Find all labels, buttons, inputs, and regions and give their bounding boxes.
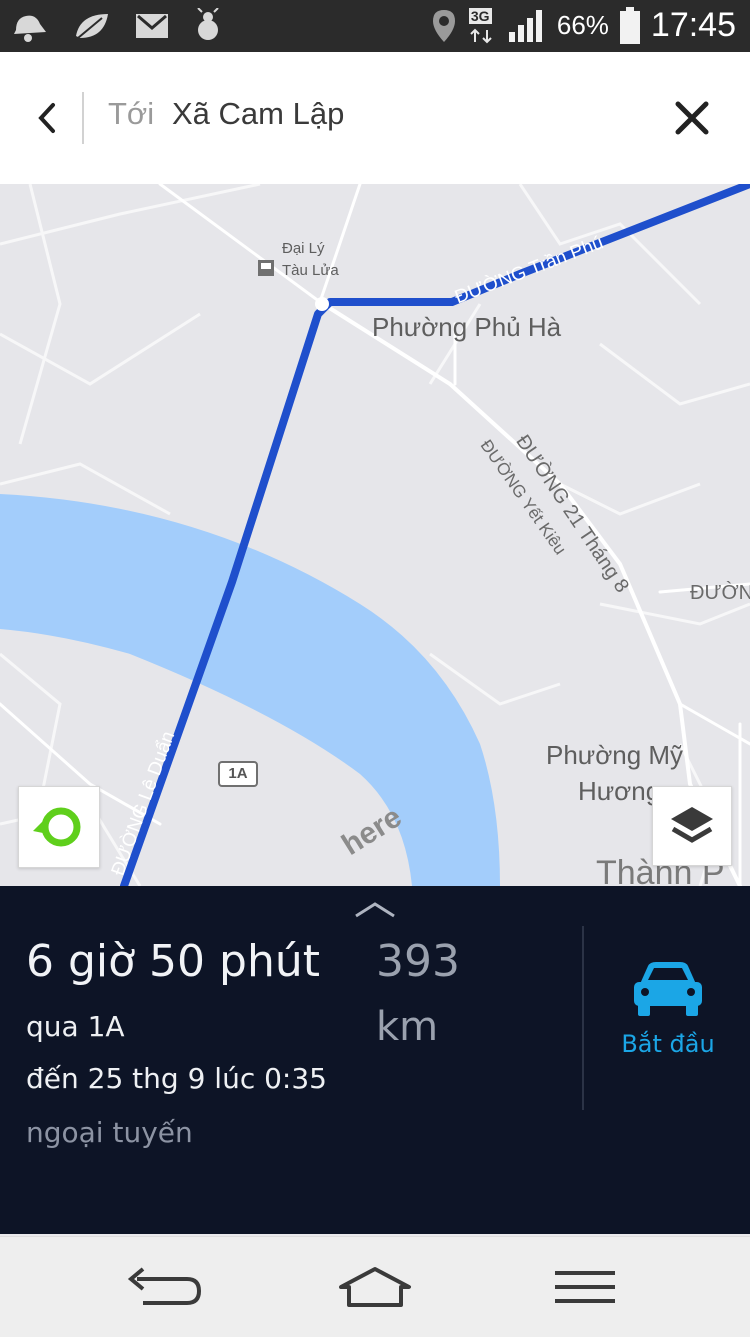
start-label: Bắt đầu bbox=[621, 1030, 715, 1058]
my-location-button[interactable] bbox=[18, 786, 100, 868]
place-label-dai-ly: Đại Lý bbox=[282, 240, 325, 257]
system-home-button[interactable] bbox=[330, 1255, 420, 1319]
place-label-my-huong-2: Hương bbox=[578, 776, 661, 806]
place-label-my-huong-1: Phường Mỹ bbox=[546, 740, 684, 770]
destination-name[interactable]: Xã Cam Lập bbox=[172, 96, 344, 132]
route-via: qua 1A bbox=[26, 1010, 125, 1043]
place-label-phu-ha: Phường Phủ Hà bbox=[372, 312, 562, 342]
network-type-text: 3G bbox=[468, 7, 492, 24]
route-arrival: đến 25 thg 9 lúc 0:35 bbox=[26, 1062, 327, 1095]
junction-marker bbox=[315, 297, 329, 311]
system-menu-button[interactable] bbox=[540, 1255, 630, 1319]
route-shield-1a: 1A bbox=[218, 761, 258, 787]
route-status: ngoại tuyến bbox=[26, 1116, 193, 1149]
layers-icon bbox=[671, 807, 713, 843]
leaf-icon bbox=[76, 14, 108, 39]
gmail-icon bbox=[136, 14, 168, 38]
bug-icon bbox=[197, 8, 219, 40]
close-icon bbox=[675, 101, 709, 135]
chevron-up-icon[interactable] bbox=[352, 898, 398, 920]
route-distance-unit: km bbox=[376, 1004, 439, 1050]
map-view[interactable]: here Đại Lý Tàu Lửa Phường Phủ Hà Phường… bbox=[0, 184, 750, 886]
back-arrow-icon bbox=[127, 1267, 202, 1305]
car-icon bbox=[634, 962, 702, 1016]
train-station-icon bbox=[258, 260, 274, 276]
destination-prefix: Tới bbox=[108, 96, 155, 131]
system-navigation-bar bbox=[0, 1236, 750, 1337]
start-navigation-button[interactable]: Bắt đầu bbox=[600, 952, 740, 1072]
my-location-icon bbox=[33, 807, 81, 847]
route-distance-value: 393 bbox=[376, 936, 460, 987]
menu-icon bbox=[555, 1271, 615, 1303]
network-type-badge: 3G bbox=[467, 7, 497, 44]
status-bar: 3G 66% 17:45 bbox=[0, 0, 750, 52]
location-pin-icon bbox=[432, 9, 455, 42]
chevron-left-icon bbox=[38, 103, 55, 133]
destination-bar: Tới Xã Cam Lập bbox=[0, 52, 750, 185]
divider bbox=[82, 92, 84, 144]
signal-strength-icon bbox=[508, 9, 542, 42]
data-arrows-icon bbox=[470, 28, 492, 43]
system-icons: 3G 66% 17:45 bbox=[431, 6, 736, 45]
close-button[interactable] bbox=[670, 96, 714, 140]
notification-icons bbox=[10, 8, 224, 44]
bell-icon bbox=[14, 15, 46, 42]
place-label-tau-lua: Tàu Lửa bbox=[282, 262, 339, 279]
route-summary-panel: 6 giờ 50 phút qua 1A đến 25 thg 9 lúc 0:… bbox=[0, 886, 750, 1234]
system-back-button[interactable] bbox=[120, 1255, 210, 1319]
back-button[interactable] bbox=[22, 90, 72, 146]
road-label-partial: ĐƯỜN bbox=[690, 582, 750, 604]
clock: 17:45 bbox=[650, 6, 736, 44]
battery-percent: 66% bbox=[556, 10, 609, 40]
battery-icon bbox=[619, 6, 640, 44]
route-duration: 6 giờ 50 phút bbox=[26, 936, 320, 987]
panel-divider bbox=[582, 926, 584, 1110]
map-layers-button[interactable] bbox=[652, 786, 732, 866]
home-icon bbox=[339, 1267, 411, 1307]
